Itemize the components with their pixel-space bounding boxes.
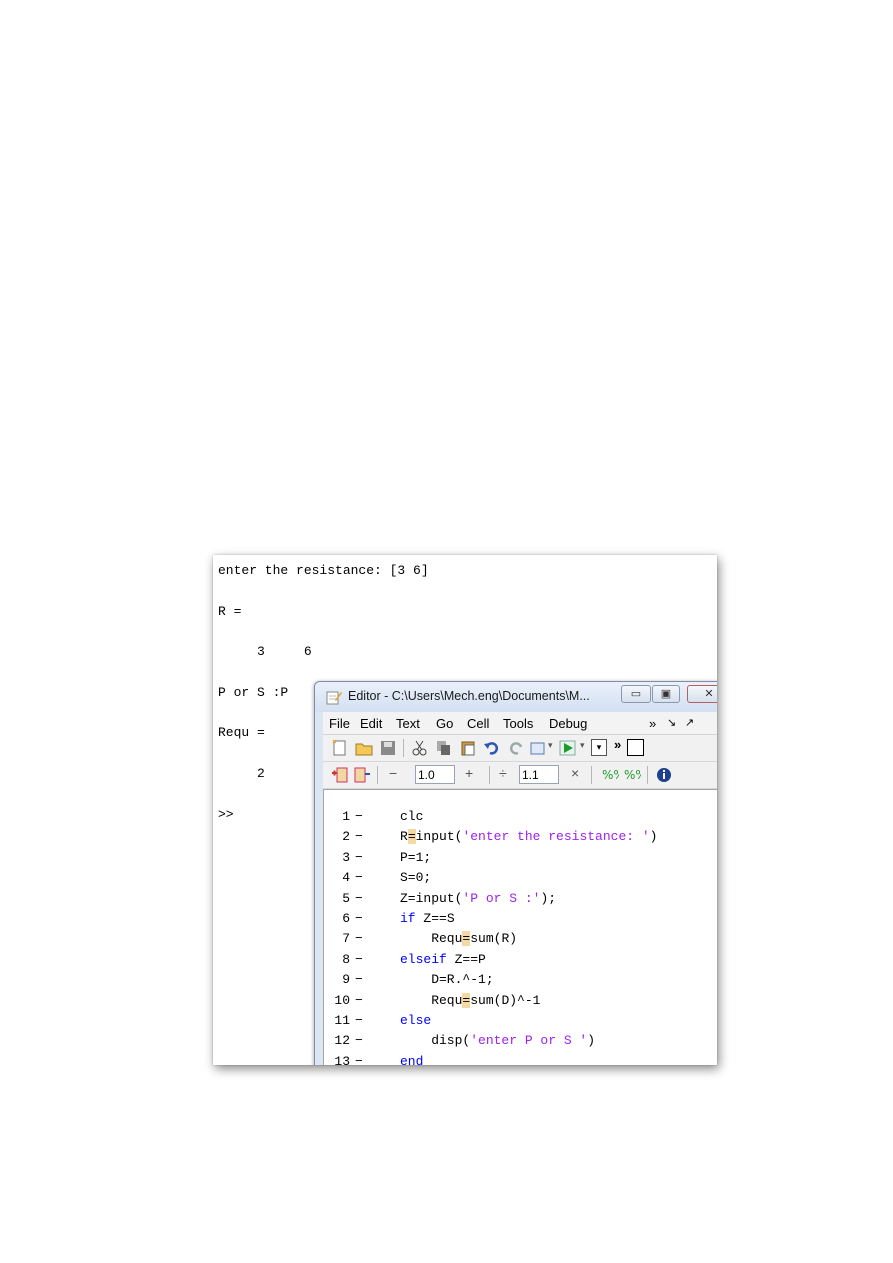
code-line[interactable]: 6− if Z==S bbox=[324, 896, 717, 926]
code-line[interactable]: 13− end bbox=[324, 1039, 717, 1065]
open-folder-icon[interactable] bbox=[355, 739, 373, 757]
info-icon[interactable] bbox=[655, 766, 673, 784]
svg-text:%%: %% bbox=[624, 768, 641, 782]
editor-document-icon bbox=[326, 691, 342, 705]
increment-value-field[interactable]: 1.0 bbox=[415, 765, 455, 784]
redo-icon[interactable] bbox=[507, 739, 525, 757]
code-line[interactable]: 3− P=1; bbox=[324, 835, 717, 865]
close-icon: ✕ bbox=[704, 688, 714, 700]
menu-debug[interactable]: Debug bbox=[549, 716, 587, 731]
code-line[interactable]: 5− Z=input('P or S :'); bbox=[324, 876, 717, 906]
svg-text:%%: %% bbox=[602, 768, 619, 782]
menu-go[interactable]: Go bbox=[436, 716, 453, 731]
code-line[interactable]: 10− Requ=sum(D)^-1 bbox=[324, 978, 717, 1008]
cmd-output-line: enter the resistance: [3 6] bbox=[218, 563, 429, 578]
command-window[interactable]: enter the resistance: [3 6] R = 3 6 P or… bbox=[213, 555, 717, 1065]
menu-cell[interactable]: Cell bbox=[467, 716, 489, 731]
menu-edit[interactable]: Edit bbox=[360, 716, 382, 731]
editor-window[interactable]: Editor - C:\Users\Mech.eng\Documents\M..… bbox=[314, 681, 717, 1065]
layout-square-icon[interactable] bbox=[627, 739, 644, 756]
code-line[interactable]: 12− disp('enter P or S ') bbox=[324, 1018, 717, 1048]
code-text: end bbox=[400, 1053, 424, 1065]
cmd-prompt[interactable]: >> bbox=[218, 807, 234, 822]
publish-icon[interactable] bbox=[529, 739, 547, 757]
cell-eval-icon[interactable] bbox=[353, 766, 371, 784]
editor-title: Editor - C:\Users\Mech.eng\Documents\M..… bbox=[348, 689, 590, 703]
copy-icon[interactable] bbox=[435, 739, 453, 757]
menu-text[interactable]: Text bbox=[396, 716, 420, 731]
editor-toolbar: ▾ ▾ ▾ » bbox=[323, 735, 717, 762]
scale-value-field[interactable]: 1.1 bbox=[519, 765, 559, 784]
line-number: 13 bbox=[334, 1053, 350, 1065]
code-editor[interactable]: 1− clc 2− R=input('enter the resistance: '… bbox=[323, 789, 717, 1065]
menu-overflow[interactable]: » bbox=[649, 716, 656, 731]
cell-mode-dropdown-icon[interactable]: %% bbox=[623, 766, 641, 784]
undo-icon[interactable] bbox=[483, 739, 501, 757]
code-line[interactable]: 9− D=R.^-1; bbox=[324, 957, 717, 987]
code-line[interactable]: 8− elseif Z==P bbox=[324, 937, 717, 967]
minimize-button[interactable]: ▭ bbox=[621, 685, 651, 703]
editor-titlebar[interactable]: Editor - C:\Users\Mech.eng\Documents\M..… bbox=[315, 682, 717, 712]
undock-arrow-icon[interactable]: ↗ bbox=[685, 716, 694, 729]
cmd-output-line: R = bbox=[218, 604, 242, 619]
editor-menubar: File Edit Text Go Cell Tools Debug » ↘ ↗ bbox=[323, 712, 717, 735]
code-line[interactable]: 2− R=input('enter the resistance: ') bbox=[324, 814, 717, 845]
restore-button[interactable]: ▣ bbox=[652, 685, 680, 703]
toolbar-overflow-icon[interactable]: » bbox=[614, 737, 621, 752]
run-dropdown-icon[interactable]: ▾ bbox=[580, 740, 585, 751]
minimize-icon: ▭ bbox=[630, 688, 642, 700]
dropdown-arrow-icon[interactable]: ▾ bbox=[548, 740, 553, 751]
cmd-output-line: Requ = bbox=[218, 725, 265, 740]
cmd-output-line: P or S :P bbox=[218, 685, 289, 700]
code-line[interactable]: 4− S=0; bbox=[324, 855, 717, 885]
cell-toolbar: − 1.0 + ÷ 1.1 × %% %% bbox=[323, 762, 717, 789]
menu-tools[interactable]: Tools bbox=[503, 716, 533, 731]
stack-dropdown-icon[interactable]: ▾ bbox=[591, 739, 607, 756]
menu-file[interactable]: File bbox=[329, 716, 350, 731]
divide-button[interactable]: ÷ bbox=[499, 765, 507, 781]
paste-icon[interactable] bbox=[459, 739, 477, 757]
code-line[interactable]: 11− else bbox=[324, 998, 717, 1028]
cut-icon[interactable] bbox=[411, 739, 429, 757]
decrement-button[interactable]: − bbox=[389, 765, 397, 781]
increment-button[interactable]: + bbox=[465, 765, 473, 781]
close-button[interactable]: ✕ bbox=[687, 685, 717, 703]
run-icon[interactable] bbox=[559, 739, 577, 757]
new-file-icon[interactable] bbox=[331, 739, 349, 757]
multiply-button[interactable]: × bbox=[571, 765, 579, 781]
restore-icon: ▣ bbox=[660, 688, 672, 700]
save-icon[interactable] bbox=[379, 739, 397, 757]
cmd-output-line: 2 bbox=[218, 766, 265, 781]
insert-cell-icon[interactable] bbox=[331, 766, 349, 784]
dock-arrow-icon[interactable]: ↘ bbox=[667, 716, 676, 729]
cell-mode-icon[interactable]: %% bbox=[601, 766, 619, 784]
code-line[interactable]: 7− Requ=sum(R) bbox=[324, 916, 717, 947]
cmd-output-line: 3 6 bbox=[218, 644, 312, 659]
breakpoint-marker[interactable]: − bbox=[355, 1054, 363, 1065]
code-line[interactable]: 1− clc bbox=[324, 794, 717, 824]
